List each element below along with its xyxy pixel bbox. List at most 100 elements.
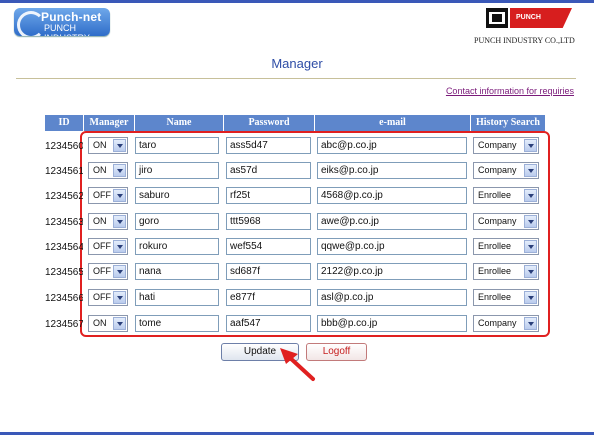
chevron-down-icon[interactable] <box>524 164 537 177</box>
row-id: 1234566 <box>45 293 83 304</box>
history-search-value: Company <box>478 216 517 226</box>
table-row: 1234567 ON tome aaf547 bbb@p.co.jp Company <box>0 315 594 335</box>
email-input[interactable]: 2122@p.co.jp <box>317 263 467 280</box>
top-border <box>0 0 594 3</box>
history-search-select[interactable]: Enrollee <box>473 238 539 255</box>
logo-left-line1: Punch-net <box>41 10 102 24</box>
chevron-down-icon[interactable] <box>113 164 126 177</box>
chevron-down-icon[interactable] <box>113 189 126 202</box>
manager-select[interactable]: OFF <box>88 238 128 255</box>
password-input[interactable]: as57d <box>226 162 311 179</box>
password-input[interactable]: wef554 <box>226 238 311 255</box>
row-id: 1234567 <box>45 319 83 330</box>
row-id: 1234565 <box>45 267 83 278</box>
history-search-value: Enrollee <box>478 241 512 251</box>
manager-select[interactable]: ON <box>88 162 128 179</box>
chevron-down-icon[interactable] <box>524 291 537 304</box>
red-pointer-arrow-icon <box>280 348 315 381</box>
col-header-email: e-mail <box>315 115 470 131</box>
chevron-down-icon[interactable] <box>113 265 126 278</box>
manager-select-value: ON <box>93 318 107 328</box>
company-name: PUNCH INDUSTRY CO.,LTD <box>474 36 575 45</box>
table-row: 1234563 ON goro ttt5968 awe@p.co.jp Company <box>0 213 594 233</box>
manager-select[interactable]: OFF <box>88 289 128 306</box>
history-search-select[interactable]: Company <box>473 213 539 230</box>
chevron-down-icon[interactable] <box>524 139 537 152</box>
name-input[interactable]: tome <box>135 315 219 332</box>
manager-select-value: OFF <box>93 241 111 251</box>
manager-select-value: ON <box>93 165 107 175</box>
row-id: 1234562 <box>45 191 83 202</box>
punch-mark-icon <box>486 8 508 28</box>
chevron-down-icon[interactable] <box>113 291 126 304</box>
row-id: 1234560 <box>45 141 83 152</box>
password-input[interactable]: rf25t <box>226 187 311 204</box>
col-header-manager: Manager <box>84 115 134 131</box>
history-search-select[interactable]: Enrollee <box>473 187 539 204</box>
col-header-name: Name <box>135 115 223 131</box>
logo-left-line2: PUNCH INDUSTRY <box>44 23 90 36</box>
manager-select[interactable]: ON <box>88 137 128 154</box>
password-input[interactable]: sd687f <box>226 263 311 280</box>
name-input[interactable]: taro <box>135 137 219 154</box>
chevron-down-icon[interactable] <box>524 189 537 202</box>
col-header-id: ID <box>45 115 83 131</box>
password-input[interactable]: ass5d47 <box>226 137 311 154</box>
manager-select[interactable]: OFF <box>88 263 128 280</box>
manager-select-value: OFF <box>93 190 111 200</box>
chevron-down-icon[interactable] <box>524 215 537 228</box>
table-row: 1234562 OFF saburo rf25t 4568@p.co.jp Enrolle… <box>0 187 594 207</box>
password-input[interactable]: ttt5968 <box>226 213 311 230</box>
email-input[interactable]: eiks@p.co.jp <box>317 162 467 179</box>
name-input[interactable]: nana <box>135 263 219 280</box>
manager-select-value: ON <box>93 216 107 226</box>
logo-right-banner: PUNCH INDUSTRY <box>510 8 572 28</box>
history-search-value: Company <box>478 165 517 175</box>
table-row: 1234564 OFF rokuro wef554 qqwe@p.co.jp Enroll… <box>0 238 594 258</box>
manager-select-value: OFF <box>93 266 111 276</box>
history-search-value: Enrollee <box>478 292 512 302</box>
row-id: 1234563 <box>45 217 83 228</box>
name-input[interactable]: goro <box>135 213 219 230</box>
history-search-value: Enrollee <box>478 266 512 276</box>
name-input[interactable]: jiro <box>135 162 219 179</box>
name-input[interactable]: hati <box>135 289 219 306</box>
name-input[interactable]: rokuro <box>135 238 219 255</box>
password-input[interactable]: aaf547 <box>226 315 311 332</box>
email-input[interactable]: 4568@p.co.jp <box>317 187 467 204</box>
email-input[interactable]: asl@p.co.jp <box>317 289 467 306</box>
chevron-down-icon[interactable] <box>524 265 537 278</box>
history-search-select[interactable]: Enrollee <box>473 289 539 306</box>
table-row: 1234560 ON taro ass5d47 abc@p.co.jp Company <box>0 137 594 157</box>
chevron-down-icon[interactable] <box>524 317 537 330</box>
manager-select[interactable]: OFF <box>88 187 128 204</box>
history-search-select[interactable]: Company <box>473 162 539 179</box>
history-search-select[interactable]: Company <box>473 137 539 154</box>
row-id: 1234564 <box>45 242 83 253</box>
password-input[interactable]: e877f <box>226 289 311 306</box>
history-search-select[interactable]: Company <box>473 315 539 332</box>
punch-net-logo: Punch-net PUNCH INDUSTRY <box>14 8 110 36</box>
manager-select[interactable]: ON <box>88 213 128 230</box>
table-row: 1234561 ON jiro as57d eiks@p.co.jp Company <box>0 162 594 182</box>
chevron-down-icon[interactable] <box>524 240 537 253</box>
row-id: 1234561 <box>45 166 83 177</box>
email-input[interactable]: bbb@p.co.jp <box>317 315 467 332</box>
chevron-down-icon[interactable] <box>113 317 126 330</box>
table-row: 1234565 OFF nana sd687f 2122@p.co.jp Enrollee <box>0 263 594 283</box>
contact-link[interactable]: Contact information for requiries <box>446 86 574 96</box>
history-search-value: Company <box>478 318 517 328</box>
name-input[interactable]: saburo <box>135 187 219 204</box>
manager-select[interactable]: ON <box>88 315 128 332</box>
email-input[interactable]: abc@p.co.jp <box>317 137 467 154</box>
history-search-select[interactable]: Enrollee <box>473 263 539 280</box>
email-input[interactable]: qqwe@p.co.jp <box>317 238 467 255</box>
col-header-password: Password <box>224 115 314 131</box>
manager-select-value: OFF <box>93 292 111 302</box>
chevron-down-icon[interactable] <box>113 240 126 253</box>
email-input[interactable]: awe@p.co.jp <box>317 213 467 230</box>
chevron-down-icon[interactable] <box>113 139 126 152</box>
history-search-value: Enrollee <box>478 190 512 200</box>
chevron-down-icon[interactable] <box>113 215 126 228</box>
page-title: Manager <box>271 56 323 71</box>
